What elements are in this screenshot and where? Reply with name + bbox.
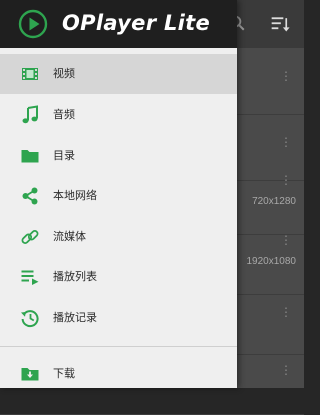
menu-item-audio[interactable]: 音频 xyxy=(0,95,237,135)
menu-item-label: 音频 xyxy=(53,108,75,121)
play-logo-icon xyxy=(18,9,48,39)
download-icon xyxy=(21,368,39,381)
more-options-icon[interactable]: ⋮ xyxy=(280,306,292,324)
menu-item-label: 目录 xyxy=(53,149,75,162)
video-icon xyxy=(22,68,38,80)
app-title: OPlayer Lite xyxy=(62,11,211,35)
menu-item-folder[interactable]: 目录 xyxy=(0,136,237,176)
share-icon xyxy=(22,187,38,205)
menu-item-label: 播放记录 xyxy=(53,311,97,324)
menu-item-label: 流媒体 xyxy=(53,230,86,243)
music-note-icon xyxy=(22,105,38,124)
menu-item-download[interactable]: 下载 xyxy=(0,354,237,394)
video-resolution: 1920x1080 xyxy=(246,256,297,267)
video-resolution: 720x1280 xyxy=(252,196,296,207)
drawer-header: OPlayer Lite xyxy=(0,0,237,48)
more-options-icon[interactable]: ⋮ xyxy=(280,70,292,88)
history-icon xyxy=(21,310,39,328)
menu-item-label: 下载 xyxy=(53,367,75,380)
menu-item-playlist[interactable]: 播放列表 xyxy=(0,257,237,297)
playlist-icon xyxy=(21,270,39,285)
link-icon xyxy=(21,230,39,244)
menu-item-video[interactable]: 视频 xyxy=(0,54,237,94)
menu-item-local-network[interactable]: 本地网络 xyxy=(0,176,237,216)
menu-item-label: 播放列表 xyxy=(53,270,97,283)
menu-item-label: 本地网络 xyxy=(53,189,97,202)
menu-item-label: 视频 xyxy=(53,67,75,80)
more-options-icon[interactable]: ⋮ xyxy=(280,174,292,192)
menu-item-streaming[interactable]: 流媒体 xyxy=(0,217,237,257)
more-options-icon[interactable]: ⋮ xyxy=(280,234,292,252)
menu-item-history[interactable]: 播放记录 xyxy=(0,298,237,338)
drawer-divider xyxy=(0,346,237,347)
navigation-drawer: OPlayer Lite 视频 音频 目录 本地网络 流媒体 播放列表 播放记录… xyxy=(0,0,237,388)
more-options-icon[interactable]: ⋮ xyxy=(280,136,292,154)
more-options-icon[interactable]: ⋮ xyxy=(280,364,292,382)
folder-icon xyxy=(21,150,39,163)
sort-icon[interactable] xyxy=(270,14,290,34)
